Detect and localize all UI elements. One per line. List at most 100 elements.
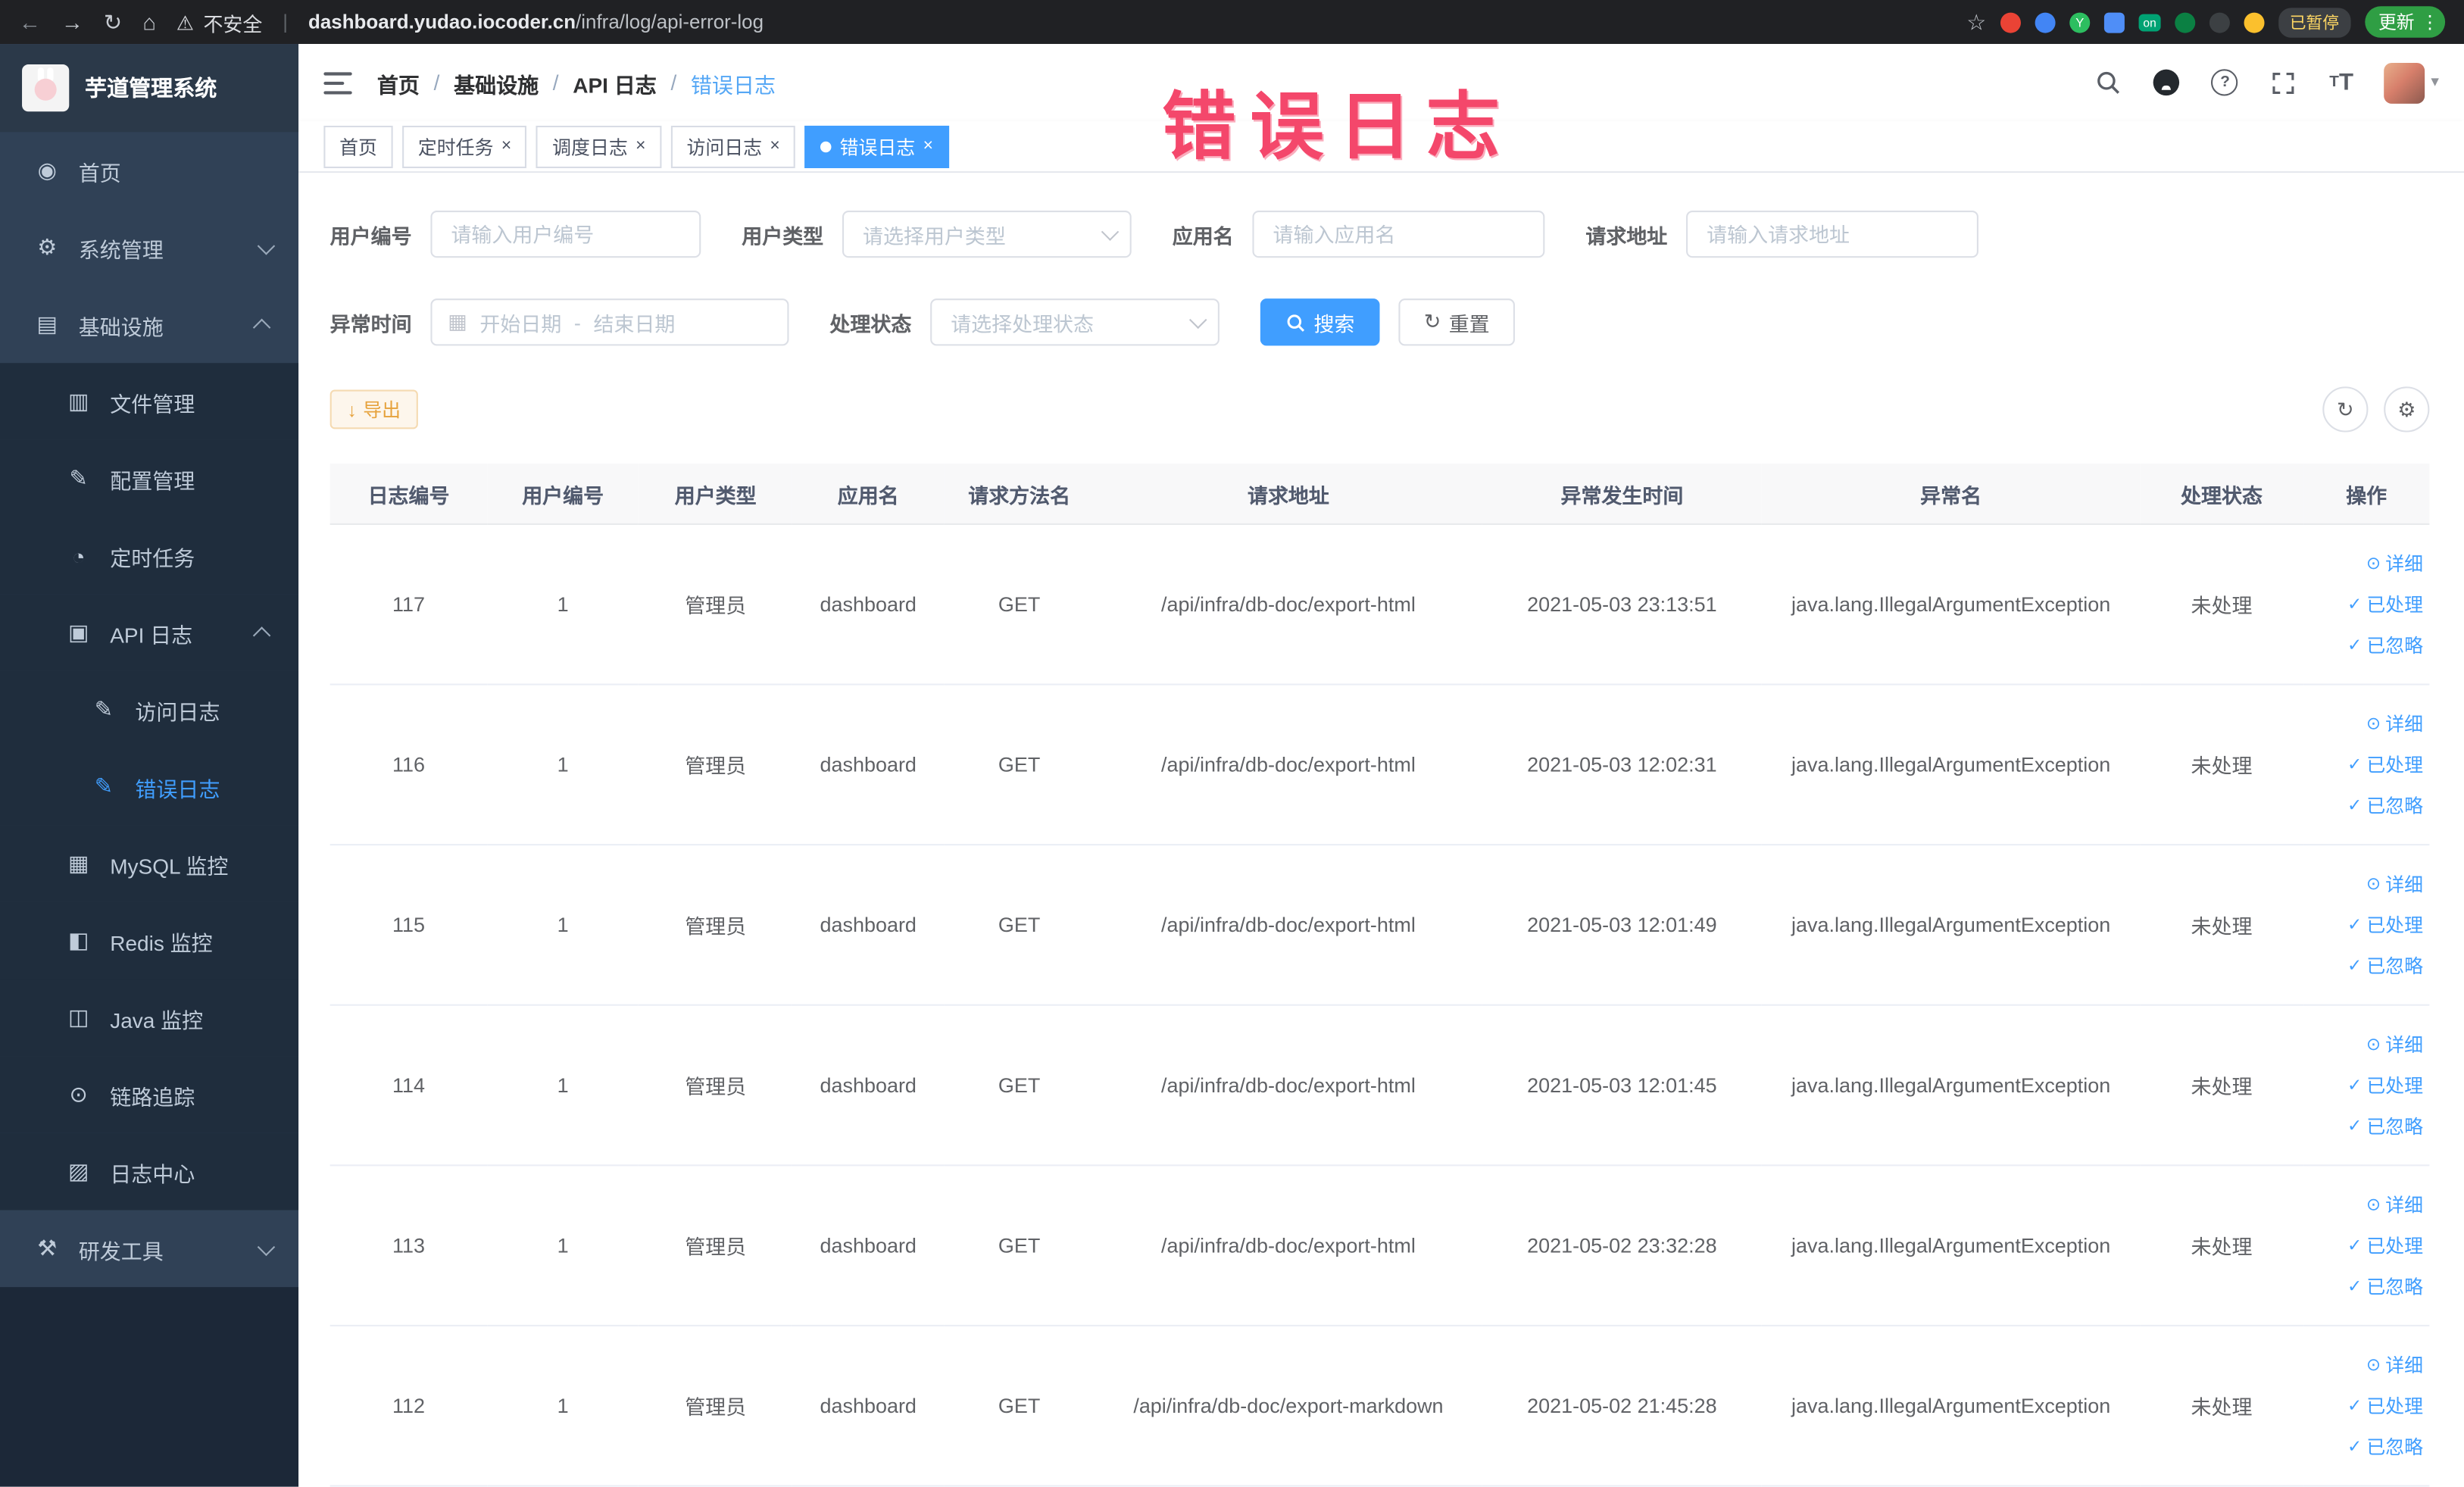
sidebar-item-log-center[interactable]: ▨ 日志中心 [0,1132,299,1211]
user-type-select[interactable]: 请选择用户类型 [842,210,1132,258]
browser-menu-kebab-icon[interactable]: ⋮ [2421,11,2439,33]
browser-forward-icon[interactable]: → [61,11,83,33]
sidebar-item-dev-tools[interactable]: ⚒ 研发工具 [0,1210,298,1287]
user-menu[interactable]: ▾ [2384,62,2439,104]
browser-back-icon[interactable]: ← [19,11,41,33]
update-button[interactable]: 更新 ⋮ [2364,6,2446,38]
sidebar-item-file-management[interactable]: ▥ 文件管理 [0,363,299,440]
extension-icon-3[interactable]: Y [2069,11,2091,33]
sidebar-item-config-management[interactable]: ✎ 配置管理 [0,439,299,517]
extension-grid-icon[interactable] [2103,11,2125,33]
processed-link[interactable]: ✓ 已处理 [2309,1385,2423,1426]
hamburger-icon[interactable] [323,71,352,94]
cell-user-id: 1 [487,1325,639,1487]
app-logo[interactable]: 芋道管理系统 [0,44,299,133]
github-icon[interactable] [2151,67,2182,98]
tag-home[interactable]: 首页 [323,125,393,168]
detail-link[interactable]: ⊙ 详细 [2309,543,2423,584]
extension-leaf-icon[interactable] [2175,11,2196,33]
tag-access-log[interactable]: 访问日志 × [670,125,796,168]
trace-eye-icon: ⊙ [69,1081,88,1107]
close-icon[interactable]: × [501,137,511,155]
detail-link[interactable]: ⊙ 详细 [2309,703,2423,744]
date-range-picker[interactable]: ▦ 开始日期 - 结束日期 [430,298,789,346]
ignored-link[interactable]: ✓ 已忽略 [2309,1105,2423,1146]
sidebar-item-java-monitor[interactable]: ◫ Java 监控 [0,979,299,1057]
browser-refresh-icon[interactable]: ↻ [104,11,122,33]
search-button[interactable]: 搜索 [1260,298,1380,346]
breadcrumb-home[interactable]: 首页 [377,67,420,98]
paused-badge[interactable]: 已暂停 [2278,7,2350,37]
tag-scheduled-tasks[interactable]: 定时任务 × [402,125,527,168]
tag-error-log[interactable]: 错误日志 × [804,125,949,168]
cell-log-id: 116 [329,684,488,846]
sidebar-item-access-log[interactable]: ✎ 访问日志 [0,670,299,748]
column-settings-button[interactable]: ⚙ [2384,386,2430,433]
close-icon[interactable]: × [636,137,645,155]
cell-exception-name: java.lang.IllegalArgumentException [1762,684,2140,846]
cell-user-id: 1 [487,1165,639,1326]
main-panel: 错误日志 首页 / 基础设施 / API 日志 / 错误日志 ? T T ▾ 首… [298,44,2464,1487]
tag-schedule-log[interactable]: 调度日志 × [536,125,662,168]
app-name-label: 应用名 [1172,223,1234,248]
processed-link[interactable]: ✓ 已处理 [2309,904,2423,945]
table-row: 113 1 管理员 dashboard GET /api/infra/db-do… [329,1165,2430,1326]
browser-toolbar: ← → ↻ ⌂ ⚠ 不安全 | dashboard.yudao.iocoder.… [0,0,2464,45]
sidebar-item-api-logs[interactable]: ▣ API 日志 [0,594,299,671]
sidebar-item-system-management[interactable]: ⚙ 系统管理 [0,209,298,286]
breadcrumb-infrastructure[interactable]: 基础设施 [454,67,539,98]
search-icon[interactable] [2093,67,2124,98]
processed-link[interactable]: ✓ 已处理 [2309,1065,2423,1106]
sidebar-item-link-tracing[interactable]: ⊙ 链路追踪 [0,1056,299,1133]
sidebar-item-redis-monitor[interactable]: ◧ Redis 监控 [0,901,299,979]
browser-home-icon[interactable]: ⌂ [142,11,156,33]
fullscreen-icon[interactable] [2268,67,2299,98]
close-icon[interactable]: × [923,137,933,155]
extension-smiley-icon[interactable] [2244,11,2265,33]
request-url-input[interactable] [1686,210,1979,258]
sidebar-item-error-log[interactable]: ✎ 错误日志 [0,748,299,826]
address-bar[interactable]: dashboard.yudao.iocoder.cn/infra/log/api… [308,11,764,33]
export-button[interactable]: ↓ 导出 [329,389,418,430]
app-name-input[interactable] [1252,210,1545,258]
cell-app-name: dashboard [792,845,944,1006]
check-icon: ✓ [2347,636,2363,655]
processed-link[interactable]: ✓ 已处理 [2309,1225,2423,1266]
ignored-link[interactable]: ✓ 已忽略 [2309,785,2423,826]
col-log-id: 日志编号 [329,464,488,525]
sidebar-item-infrastructure[interactable]: ▤ 基础设施 [0,286,298,364]
process-status-label: 处理状态 [829,311,912,336]
ignored-link[interactable]: ✓ 已忽略 [2309,945,2423,986]
font-size-icon[interactable]: TT [2325,67,2356,98]
reset-button[interactable]: ↻ 重置 [1398,298,1515,346]
sidebar-item-mysql-monitor[interactable]: ▦ MySQL 监控 [0,825,299,902]
detail-link[interactable]: ⊙ 详细 [2309,1345,2423,1385]
refresh-table-button[interactable]: ↻ [2322,386,2369,433]
ignored-link[interactable]: ✓ 已忽略 [2309,625,2423,666]
extension-on-badge[interactable]: on [2138,13,2161,31]
detail-link[interactable]: ⊙ 详细 [2309,1184,2423,1225]
process-status-select[interactable]: 请选择处理状态 [930,298,1220,346]
bookmark-star-icon[interactable]: ☆ [1966,11,1986,33]
sidebar-item-home[interactable]: ◉ 首页 [0,132,298,209]
user-id-input[interactable] [430,210,701,258]
col-exception-name: 异常名 [1762,464,2140,525]
extension-icon-1[interactable] [2000,11,2021,33]
ignored-link[interactable]: ✓ 已忽略 [2309,1266,2423,1307]
sidebar-item-scheduled-tasks[interactable]: ◔ 定时任务 [0,517,299,595]
site-security-indicator[interactable]: ⚠ 不安全 [176,7,263,36]
processed-link[interactable]: ✓ 已处理 [2309,584,2423,625]
close-icon[interactable]: × [770,137,779,155]
breadcrumb-api-logs[interactable]: API 日志 [573,67,657,98]
detail-link[interactable]: ⊙ 详细 [2309,1024,2423,1065]
extension-icon-2[interactable] [2035,11,2056,33]
extension-paw-icon[interactable] [2209,11,2230,33]
processed-link[interactable]: ✓ 已处理 [2309,744,2423,785]
cell-status: 未处理 [2139,1165,2304,1326]
ignored-link[interactable]: ✓ 已忽略 [2309,1426,2423,1467]
col-actions: 操作 [2303,464,2430,525]
help-icon[interactable]: ? [2209,67,2241,98]
detail-link[interactable]: ⊙ 详细 [2309,864,2423,904]
filter-row-2: 异常时间 ▦ 开始日期 - 结束日期 处理状态 请选择处理状态 搜索 ↻ 重置 [330,298,2430,346]
avatar[interactable] [2384,62,2425,104]
